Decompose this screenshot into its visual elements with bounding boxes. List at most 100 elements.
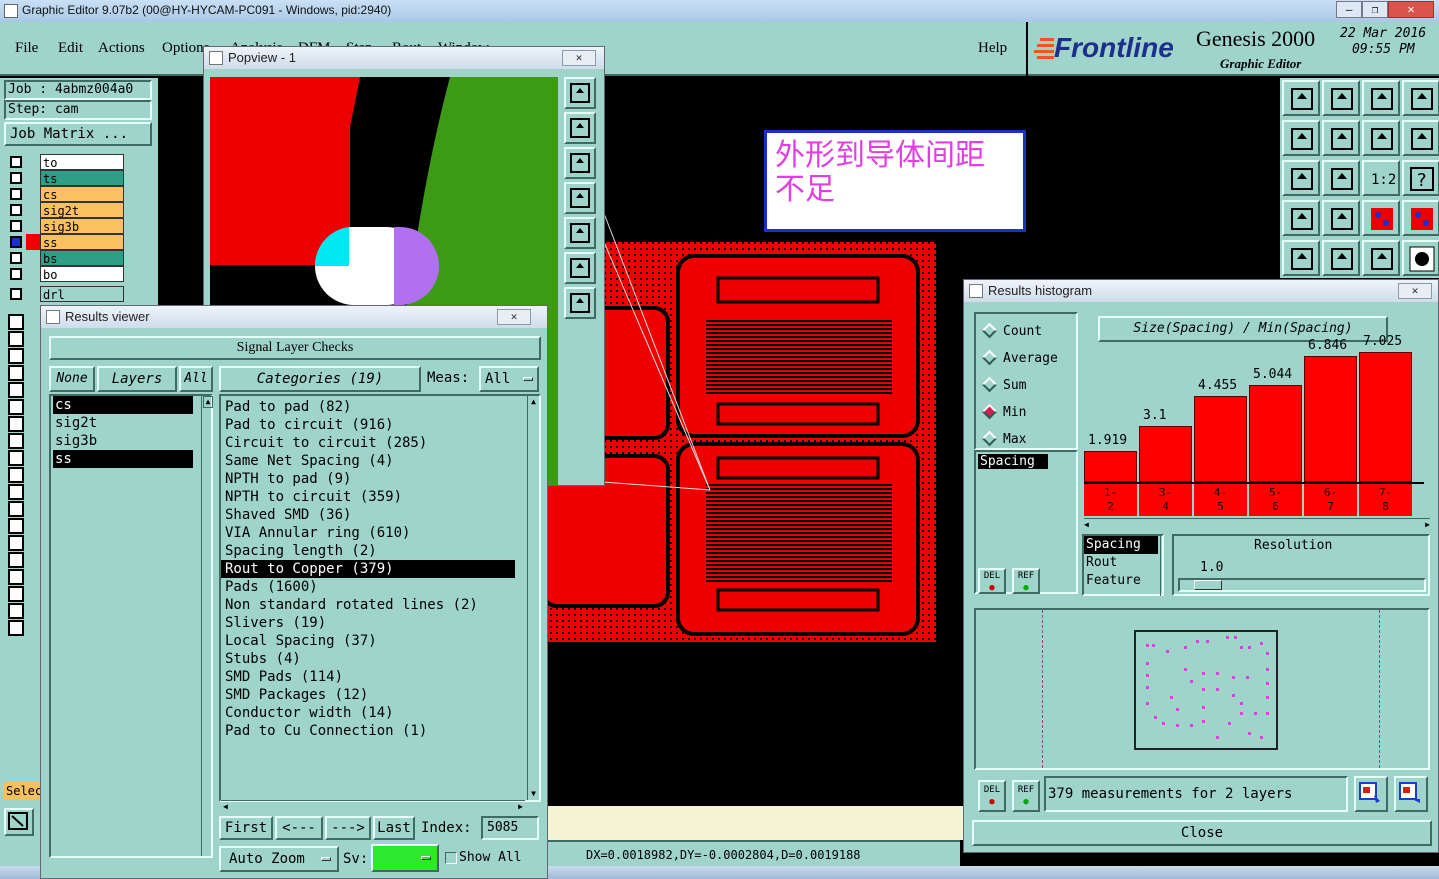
histogram-bar-range[interactable]: 6- 7 — [1304, 484, 1357, 516]
hist-del-button-top[interactable]: DEL ● — [978, 568, 1006, 594]
layer-name[interactable]: ss — [40, 234, 124, 250]
pv-right-icon[interactable] — [564, 217, 596, 249]
home-up-icon[interactable] — [1282, 80, 1320, 116]
layer-name[interactable]: to — [40, 154, 124, 170]
fit-icon[interactable] — [1282, 160, 1320, 196]
histogram-bar-range[interactable]: 7- 8 — [1359, 484, 1412, 516]
chart-scroll-left-icon[interactable]: ◀ — [1084, 519, 1089, 531]
next-button[interactable]: ---> — [325, 816, 371, 840]
index-input[interactable]: 5085 — [481, 816, 539, 840]
layer-checkbox[interactable] — [8, 552, 24, 568]
layer-row[interactable]: cs — [8, 186, 124, 202]
category-item[interactable]: Slivers (19) — [221, 614, 539, 632]
hist-export-button-1[interactable] — [1354, 776, 1388, 812]
type-list-scrollbar[interactable] — [1160, 536, 1172, 596]
line-tool-icon[interactable] — [1322, 200, 1360, 236]
menu-help[interactable]: Help — [978, 40, 1007, 57]
pv-zoom-out-icon[interactable] — [564, 287, 596, 319]
all-layers-button[interactable]: All — [179, 366, 213, 392]
layer-checkbox[interactable] — [10, 252, 22, 264]
house-icon[interactable] — [1362, 80, 1400, 116]
layer-checkbox[interactable] — [8, 518, 24, 534]
category-item[interactable]: Local Spacing (37) — [221, 632, 539, 650]
pan-left-icon[interactable] — [1282, 120, 1320, 156]
layer-checkbox[interactable] — [8, 365, 24, 381]
layer-row[interactable]: to — [8, 154, 124, 170]
stat-radio-min[interactable]: Min — [981, 403, 1026, 421]
layer-row[interactable]: sig2t — [8, 202, 124, 218]
histogram-close-button[interactable]: Close — [972, 820, 1432, 846]
layer-checkbox[interactable] — [10, 172, 22, 184]
help-icon[interactable]: ? — [1402, 160, 1439, 196]
layer-name[interactable]: ts — [40, 170, 124, 186]
layer-checkbox[interactable] — [8, 535, 24, 551]
stat-radio-max[interactable]: Max — [981, 430, 1026, 448]
layer-row[interactable]: sig3b — [8, 218, 124, 234]
category-item[interactable]: NPTH to pad (9) — [221, 470, 539, 488]
histogram-bar[interactable] — [1139, 426, 1192, 482]
menu-file[interactable]: File — [15, 40, 38, 57]
pv-fit-icon[interactable] — [564, 77, 596, 109]
cat-scroll-up-icon[interactable]: ▲ — [528, 396, 539, 408]
histogram-bar-range[interactable]: 3- 4 — [1139, 484, 1192, 516]
hist-ref-button[interactable]: REF ● — [1012, 780, 1040, 812]
histogram-close-x[interactable]: ✕ — [1398, 283, 1432, 299]
swap-icon[interactable] — [1402, 120, 1439, 156]
results-viewer-close-button[interactable]: ✕ — [497, 309, 531, 325]
category-item[interactable]: Same Net Spacing (4) — [221, 452, 539, 470]
layer-checkbox[interactable] — [10, 204, 22, 216]
layer-checkbox[interactable] — [8, 586, 24, 602]
layer-checkbox[interactable] — [10, 268, 22, 280]
pv-up-icon[interactable] — [564, 112, 596, 144]
stat-radio-sum[interactable]: Sum — [981, 376, 1026, 394]
layer-checkbox[interactable] — [8, 433, 24, 449]
category-item[interactable]: Conductor width (14) — [221, 704, 539, 722]
scale-1-2-icon[interactable]: 1:2 — [1362, 160, 1400, 196]
layer-name[interactable]: bs — [40, 250, 124, 266]
layer-row[interactable]: bo — [8, 266, 124, 282]
category-item[interactable]: Pad to circuit (916) — [221, 416, 539, 434]
layer-name[interactable]: cs — [40, 186, 124, 202]
category-item[interactable]: NPTH to circuit (359) — [221, 488, 539, 506]
histogram-bar-range[interactable]: 1- 2 — [1084, 484, 1137, 516]
histogram-bar[interactable] — [1084, 451, 1137, 482]
layer-checkbox[interactable] — [8, 314, 24, 330]
category-item[interactable]: Pad to pad (82) — [221, 398, 539, 416]
layer-checkbox[interactable] — [8, 416, 24, 432]
auto-zoom-dropdown[interactable]: Auto Zoom — [219, 846, 339, 872]
layer-row[interactable]: ts — [8, 170, 124, 186]
layer-checkbox[interactable] — [8, 348, 24, 364]
layer-checkbox[interactable] — [10, 220, 22, 232]
layer-checkbox[interactable] — [8, 399, 24, 415]
last-button[interactable]: Last — [373, 816, 415, 840]
categories-scrollbar[interactable]: ▲ ▼ — [527, 396, 539, 800]
layer-checkbox[interactable] — [8, 484, 24, 500]
layer-checkbox[interactable] — [8, 467, 24, 483]
category-item[interactable]: Stubs (4) — [221, 650, 539, 668]
category-item[interactable]: Circuit to circuit (285) — [221, 434, 539, 452]
sv-color-dropdown[interactable] — [371, 844, 439, 872]
zoom-icon[interactable] — [1322, 160, 1360, 196]
type-list-item[interactable]: Spacing — [1084, 536, 1158, 554]
layer-list-scrollbar[interactable]: ▲ — [201, 396, 213, 856]
layer-checkbox[interactable] — [8, 569, 24, 585]
maximize-button[interactable]: ❐ — [1362, 1, 1388, 18]
histogram-bar-range[interactable]: 4- 5 — [1194, 484, 1247, 516]
layer-row[interactable]: bs — [8, 250, 124, 266]
type-list-item[interactable]: Rout — [1084, 554, 1158, 572]
result-layer-item[interactable]: sig2t — [53, 414, 193, 432]
layer-checkbox[interactable] — [10, 288, 22, 300]
menu-edit[interactable]: Edit — [58, 40, 83, 57]
layer-name[interactable]: drl — [40, 286, 124, 302]
histogram-bar[interactable] — [1249, 385, 1302, 482]
result-layer-item[interactable]: ss — [53, 450, 193, 468]
stat-radio-average[interactable]: Average — [981, 349, 1058, 367]
minimize-button[interactable]: – — [1336, 1, 1362, 18]
category-item[interactable]: SMD Packages (12) — [221, 686, 539, 704]
histogram-bar-range[interactable]: 5- 6 — [1249, 484, 1302, 516]
ruler-icon[interactable] — [1362, 240, 1400, 276]
histogram-bar[interactable] — [1359, 352, 1412, 482]
hist-ref-button-top[interactable]: REF ● — [1012, 568, 1040, 594]
layer-checkbox[interactable] — [8, 331, 24, 347]
category-item[interactable]: Pad to Cu Connection (1) — [221, 722, 539, 740]
